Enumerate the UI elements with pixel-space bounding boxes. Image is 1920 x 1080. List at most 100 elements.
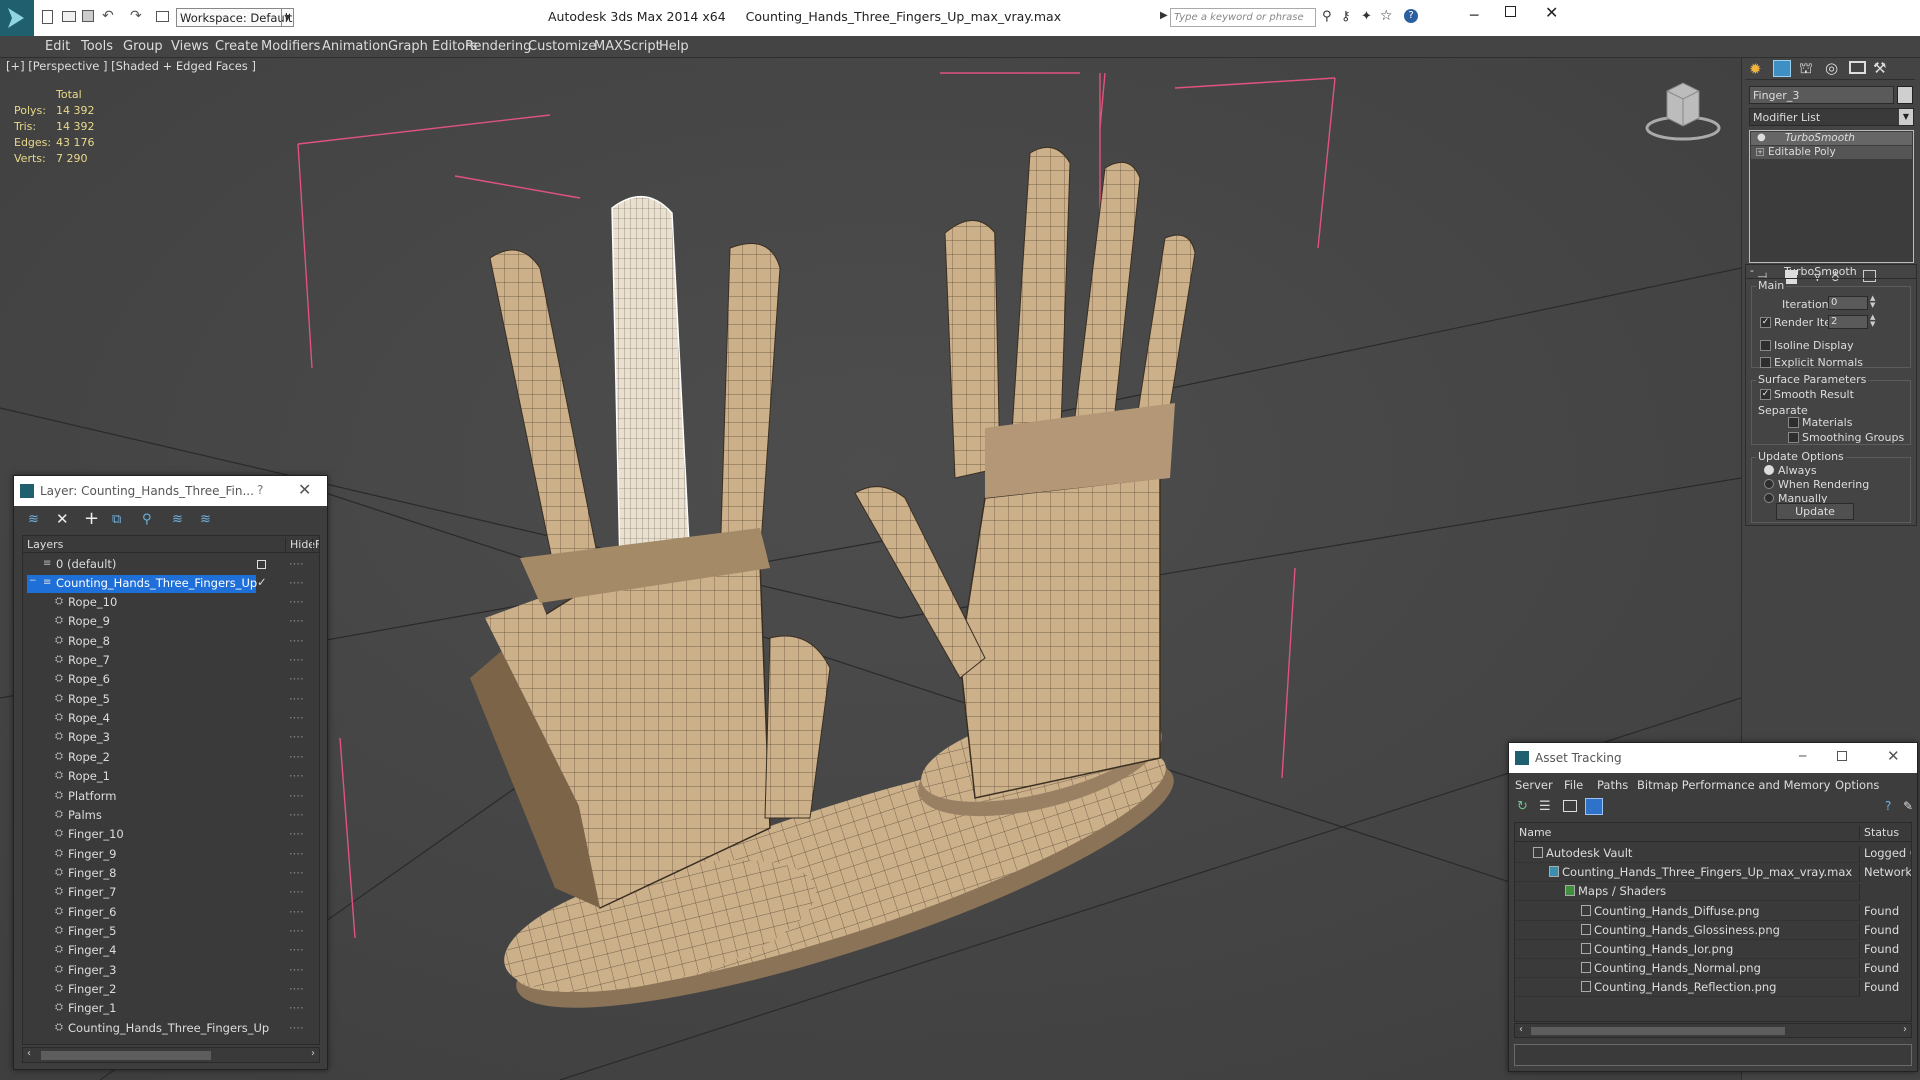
layer-row[interactable]: ⛭ Rope_9 ···· — [27, 613, 319, 632]
asset-menu-file[interactable]: File — [1564, 778, 1583, 792]
hide-toggle-icon[interactable]: ···· — [289, 963, 304, 977]
col-name[interactable]: Name — [1519, 826, 1551, 839]
motion-tab-icon[interactable]: ◎ — [1825, 59, 1838, 77]
layer-window-titlebar[interactable]: Layer: Counting_Hands_Three_Fin... ? ✕ — [14, 476, 327, 506]
modify-tab-icon[interactable] — [1773, 60, 1791, 77]
layer-row[interactable]: ⛭ Finger_1 ···· — [27, 1000, 319, 1019]
layer-row[interactable]: ⛭ Rope_7 ···· — [27, 652, 319, 671]
object-name-field[interactable]: Finger_3 — [1749, 86, 1894, 104]
object-color-swatch[interactable] — [1897, 86, 1913, 104]
layer-row[interactable]: ⛭ Rope_1 ···· — [27, 768, 319, 787]
menu-help[interactable]: Help — [659, 39, 689, 54]
asset-row[interactable]: Counting_Hands_Ior.png Found — [1515, 940, 1911, 959]
workspace-dropdown[interactable]: Workspace: Default ▼ — [176, 8, 294, 27]
help-icon[interactable]: ? — [1404, 9, 1418, 23]
layer-row[interactable]: ⛭ Finger_6 ···· — [27, 904, 319, 923]
menu-views[interactable]: Views — [171, 39, 209, 54]
menu-animation[interactable]: Animation — [322, 39, 388, 54]
close-icon[interactable]: ✕ — [298, 480, 311, 499]
layer-row[interactable]: ⛭ Finger_10 ···· — [27, 826, 319, 845]
search-input[interactable]: Type a keyword or phrase — [1170, 8, 1316, 27]
hide-toggle-icon[interactable]: ···· — [289, 692, 304, 706]
maximize-icon[interactable] — [1505, 6, 1516, 17]
scroll-thumb[interactable] — [41, 1051, 211, 1060]
asset-status-field[interactable] — [1514, 1044, 1912, 1066]
hide-toggle-icon[interactable]: ···· — [289, 905, 304, 919]
asset-menu-options[interactable]: Options — [1835, 778, 1879, 792]
hide-toggle-icon[interactable]: ···· — [289, 750, 304, 764]
hide-toggle-icon[interactable]: ···· — [289, 847, 304, 861]
thumbnail-view-icon[interactable] — [1563, 800, 1577, 812]
maximize-icon[interactable] — [1837, 751, 1847, 761]
asset-row[interactable]: Counting_Hands_Three_Fingers_Up_max_vray… — [1515, 863, 1911, 883]
explicit-normals-checkbox[interactable] — [1760, 357, 1771, 368]
hide-toggle-icon[interactable]: ···· — [289, 943, 304, 957]
menu-tools[interactable]: Tools — [81, 39, 113, 54]
freeze-all-layers-icon[interactable]: ≋ — [200, 512, 211, 527]
select-objects-icon[interactable]: ⧉ — [112, 512, 121, 527]
app-logo[interactable] — [0, 0, 34, 36]
menu-maxscript[interactable]: MAXScript — [594, 39, 661, 54]
scroll-right-icon[interactable]: › — [1903, 1024, 1907, 1035]
stack-item-turbosmooth[interactable]: ● TurboSmooth — [1751, 132, 1912, 145]
when-rendering-radio[interactable] — [1764, 479, 1774, 489]
layer-row[interactable]: ⛭ Rope_4 ···· — [27, 710, 319, 729]
layer-row[interactable]: ⛭ Palms ···· — [27, 807, 319, 826]
open-file-icon[interactable] — [62, 11, 76, 22]
current-layer-checkbox[interactable] — [257, 560, 266, 569]
collapse-icon[interactable]: − — [29, 576, 37, 586]
star-icon[interactable]: ☆ — [1380, 8, 1393, 24]
hide-toggle-icon[interactable]: ···· — [289, 730, 304, 744]
scroll-right-icon[interactable]: › — [311, 1048, 315, 1059]
render-iters-spinner[interactable]: 2 — [1828, 315, 1868, 329]
hierarchy-tab-icon[interactable]: ⛫ — [1799, 59, 1813, 79]
iterations-spinner[interactable]: 0 — [1828, 296, 1868, 310]
asset-menu-server[interactable]: Server — [1515, 778, 1553, 792]
smooth-result-checkbox[interactable]: ✓ — [1760, 389, 1771, 400]
menu-group[interactable]: Group — [123, 39, 163, 54]
refresh-icon[interactable]: ↻ — [1517, 799, 1528, 814]
highlight-layer-icon[interactable]: ⚲ — [142, 512, 152, 527]
menu-create[interactable]: Create — [215, 39, 258, 54]
hide-toggle-icon[interactable]: ···· — [289, 866, 304, 880]
minimize-icon[interactable]: ─ — [1799, 749, 1806, 763]
create-layer-icon[interactable]: ≋ — [28, 512, 39, 527]
create-tab-icon[interactable]: ✹ — [1749, 60, 1762, 78]
layer-row[interactable]: ⛭ Finger_7 ···· — [27, 884, 319, 903]
hide-toggle-icon[interactable]: ···· — [289, 827, 304, 841]
binoculars-icon[interactable]: ⚲ — [1322, 9, 1332, 24]
display-tab-icon[interactable] — [1849, 61, 1866, 74]
asset-row[interactable]: Counting_Hands_Glossiness.png Found — [1515, 921, 1911, 940]
layer-row[interactable]: ⛭ Rope_8 ···· — [27, 633, 319, 652]
asset-row[interactable]: Counting_Hands_Normal.png Found — [1515, 959, 1911, 979]
layer-row[interactable]: ⛭ Finger_8 ···· — [27, 865, 319, 884]
viewport-label[interactable]: [+] [Perspective ] [Shaded + Edged Faces… — [6, 59, 256, 73]
scroll-thumb[interactable] — [1531, 1027, 1785, 1035]
asset-menu-bitmap[interactable]: Bitmap Performance and Memory — [1637, 778, 1830, 792]
utilities-tab-icon[interactable]: ⚒ — [1873, 59, 1886, 77]
menu-graph-editors[interactable]: Graph Editors — [388, 39, 477, 54]
minimize-icon[interactable]: ─ — [1470, 8, 1478, 24]
hide-toggle-icon[interactable]: ···· — [289, 1001, 304, 1015]
col-hide[interactable]: Hide — [285, 538, 315, 551]
hide-toggle-icon[interactable]: ···· — [289, 885, 304, 899]
new-file-icon[interactable] — [42, 10, 53, 24]
hide-toggle-icon[interactable]: ···· — [289, 557, 304, 571]
spinner-arrows-icon[interactable]: ▲ ▼ — [1870, 314, 1875, 328]
materials-checkbox[interactable] — [1788, 417, 1799, 428]
menu-rendering[interactable]: Rendering — [465, 39, 531, 54]
asset-scrollbar[interactable]: ‹ › — [1514, 1023, 1912, 1038]
modifier-list-dropdown[interactable]: Modifier List ▼ — [1749, 108, 1914, 126]
undo-icon[interactable]: ↶ — [102, 8, 114, 24]
hide-toggle-icon[interactable]: ···· — [289, 711, 304, 725]
close-icon[interactable]: ✕ — [1887, 747, 1900, 765]
layer-row[interactable]: ⛭ Finger_2 ···· — [27, 981, 319, 1000]
layer-row[interactable]: ⛭ Finger_4 ···· — [27, 942, 319, 961]
col-status[interactable]: Status — [1859, 826, 1899, 839]
expand-arrow-icon[interactable]: ▶ — [1160, 10, 1168, 21]
menu-customize[interactable]: Customize — [528, 39, 596, 54]
layer-row[interactable]: ⛭ Finger_5 ···· — [27, 923, 319, 942]
scroll-left-icon[interactable]: ‹ — [1519, 1024, 1523, 1035]
layer-row[interactable]: ⛭ Rope_6 ···· — [27, 671, 319, 690]
layer-row[interactable]: ⛭ Rope_5 ···· — [27, 691, 319, 710]
